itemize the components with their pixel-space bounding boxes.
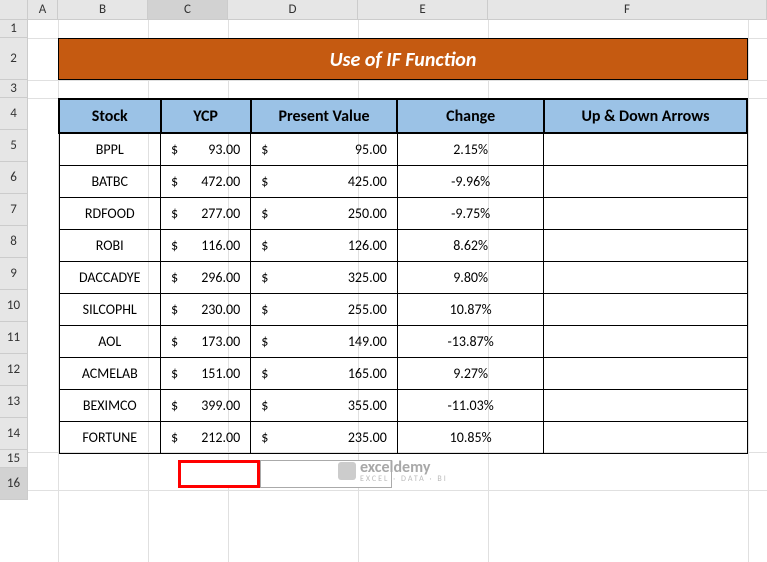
cell-change[interactable]: 9.80%	[397, 261, 544, 293]
cell-ycp[interactable]: $212.00	[161, 421, 251, 453]
row-header[interactable]: 12	[0, 354, 28, 386]
cell-stock[interactable]: RDFOOD	[59, 197, 161, 229]
cell-stock[interactable]: ACMELAB	[59, 357, 161, 389]
col-header-C[interactable]: C	[148, 0, 228, 19]
cell-change[interactable]: -9.96%	[397, 165, 544, 197]
cell-change[interactable]: 10.87%	[397, 293, 544, 325]
table-row: BEXIMCO$399.00$355.00-11.03%	[59, 389, 747, 421]
col-header-B[interactable]: B	[58, 0, 148, 19]
table-row: BPPL$93.00$95.002.15%	[59, 133, 747, 165]
cell-stock[interactable]: AOL	[59, 325, 161, 357]
cell-arrows[interactable]	[544, 389, 747, 421]
cell-arrows[interactable]	[544, 421, 747, 453]
cell-arrows[interactable]	[544, 197, 747, 229]
table-row: SILCOPHL$230.00$255.0010.87%	[59, 293, 747, 325]
selected-cell-highlight[interactable]	[178, 460, 260, 488]
cell-stock[interactable]: BPPL	[59, 133, 161, 165]
cell-arrows[interactable]	[544, 261, 747, 293]
data-table: Stock YCP Present Value Change Up & Down…	[58, 98, 748, 454]
row-headers: 1 2 3 4 5 6 7 8 9 10 11 12 13 14 15 16	[0, 20, 28, 500]
row-header[interactable]: 5	[0, 130, 28, 162]
cell-present-value[interactable]: $255.00	[251, 293, 398, 325]
row-header[interactable]: 6	[0, 162, 28, 194]
col-header-A[interactable]: A	[28, 0, 58, 19]
cell-arrows[interactable]	[544, 325, 747, 357]
cell-arrows[interactable]	[544, 357, 747, 389]
cell-arrows[interactable]	[544, 293, 747, 325]
cell-present-value[interactable]: $250.00	[251, 197, 398, 229]
row-header[interactable]: 16	[0, 468, 28, 500]
th-ycp[interactable]: YCP	[161, 99, 251, 133]
cell-stock[interactable]: FORTUNE	[59, 421, 161, 453]
th-pv[interactable]: Present Value	[251, 99, 398, 133]
table-row: RDFOOD$277.00$250.00-9.75%	[59, 197, 747, 229]
cell-change[interactable]: -9.75%	[397, 197, 544, 229]
cell-ycp[interactable]: $151.00	[161, 357, 251, 389]
spreadsheet-grid: A B C D E F 1 2 3 4 5 6 7 8 9 10 11 12 1…	[0, 0, 767, 562]
table-row: AOL$173.00$149.00-13.87%	[59, 325, 747, 357]
cell-present-value[interactable]: $149.00	[251, 325, 398, 357]
cell-change[interactable]: -11.03%	[397, 389, 544, 421]
row-header[interactable]: 7	[0, 194, 28, 226]
select-all-corner[interactable]	[0, 0, 28, 19]
cell-change[interactable]: 2.15%	[397, 133, 544, 165]
cell-change[interactable]: 8.62%	[397, 229, 544, 261]
cell-present-value[interactable]: $95.00	[251, 133, 398, 165]
cell-ycp[interactable]: $399.00	[161, 389, 251, 421]
table-header-row: Stock YCP Present Value Change Up & Down…	[59, 99, 747, 133]
row-header[interactable]: 2	[0, 38, 28, 80]
table-row: ROBI$116.00$126.008.62%	[59, 229, 747, 261]
row-header[interactable]: 4	[0, 98, 28, 130]
cell-ycp[interactable]: $277.00	[161, 197, 251, 229]
cell-present-value[interactable]: $126.00	[251, 229, 398, 261]
cell-ycp[interactable]: $296.00	[161, 261, 251, 293]
cell-stock[interactable]: DACCADYE	[59, 261, 161, 293]
column-headers: A B C D E F	[0, 0, 767, 20]
cell-stock[interactable]: ROBI	[59, 229, 161, 261]
cell-ycp[interactable]: $173.00	[161, 325, 251, 357]
cell-arrows[interactable]	[544, 229, 747, 261]
cell-ycp[interactable]: $472.00	[161, 165, 251, 197]
table-row: FORTUNE$212.00$235.0010.85%	[59, 421, 747, 453]
cell-present-value[interactable]: $235.00	[251, 421, 398, 453]
cell-arrows[interactable]	[544, 165, 747, 197]
col-header-F[interactable]: F	[488, 0, 767, 19]
cell-change[interactable]: 10.85%	[397, 421, 544, 453]
table-row: BATBC$472.00$425.00-9.96%	[59, 165, 747, 197]
col-header-D[interactable]: D	[228, 0, 358, 19]
row-header[interactable]: 1	[0, 20, 28, 38]
cell-change[interactable]: 9.27%	[397, 357, 544, 389]
watermark-subtitle: EXCEL · DATA · BI	[360, 474, 448, 484]
cell-present-value[interactable]: $355.00	[251, 389, 398, 421]
cell-stock[interactable]: BATBC	[59, 165, 161, 197]
row-header[interactable]: 11	[0, 322, 28, 354]
cell-stock[interactable]: SILCOPHL	[59, 293, 161, 325]
table-row: ACMELAB$151.00$165.009.27%	[59, 357, 747, 389]
row-header[interactable]: 8	[0, 226, 28, 258]
watermark: exceldemy EXCEL · DATA · BI	[338, 458, 448, 484]
col-header-E[interactable]: E	[358, 0, 488, 19]
cell-arrows[interactable]	[544, 133, 747, 165]
row-header[interactable]: 13	[0, 386, 28, 418]
th-change[interactable]: Change	[397, 99, 544, 133]
cell-stock[interactable]: BEXIMCO	[59, 389, 161, 421]
th-stock[interactable]: Stock	[59, 99, 161, 133]
cell-ycp[interactable]: $230.00	[161, 293, 251, 325]
row-header[interactable]: 15	[0, 450, 28, 468]
row-header[interactable]: 10	[0, 290, 28, 322]
table-row: DACCADYE$296.00$325.009.80%	[59, 261, 747, 293]
row-header[interactable]: 9	[0, 258, 28, 290]
cell-change[interactable]: -13.87%	[397, 325, 544, 357]
th-arrows[interactable]: Up & Down Arrows	[544, 99, 747, 133]
cell-present-value[interactable]: $325.00	[251, 261, 398, 293]
cell-ycp[interactable]: $93.00	[161, 133, 251, 165]
row-header[interactable]: 3	[0, 80, 28, 98]
page-title: Use of IF Function	[58, 38, 748, 80]
cell-ycp[interactable]: $116.00	[161, 229, 251, 261]
row-header[interactable]: 14	[0, 418, 28, 450]
watermark-logo-icon	[338, 462, 356, 480]
sheet-area[interactable]: Use of IF Function Stock YCP Present Val…	[28, 20, 767, 562]
cell-present-value[interactable]: $425.00	[251, 165, 398, 197]
cell-present-value[interactable]: $165.00	[251, 357, 398, 389]
